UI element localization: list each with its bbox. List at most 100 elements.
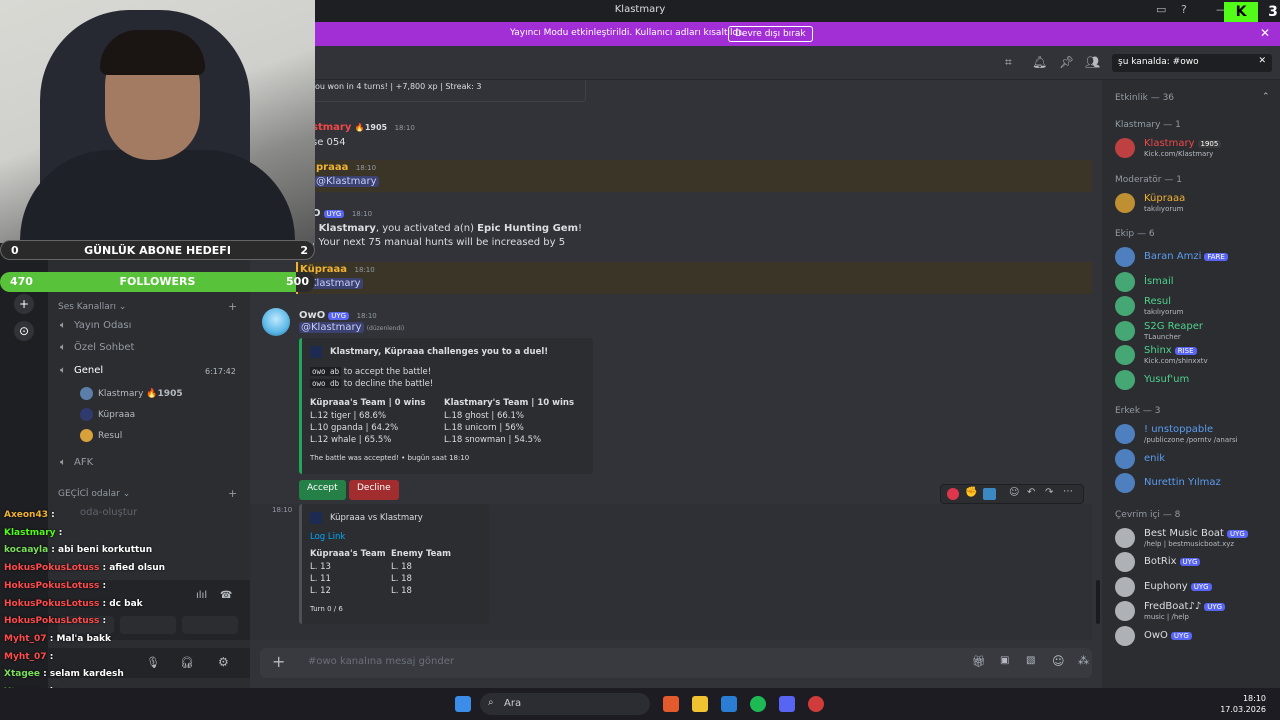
member-item[interactable]: BotRix UYG <box>1115 552 1275 574</box>
member-item[interactable]: Shinx RISE Kick.com/shinxxtv <box>1115 345 1275 367</box>
member-item[interactable]: İsmail <box>1115 271 1275 294</box>
member-group-header: Moderatör — 1 <box>1115 174 1182 185</box>
text-part: ! <box>577 223 582 234</box>
mail-icon[interactable] <box>721 696 737 712</box>
disable-button[interactable]: Devre dışı bırak <box>728 26 813 42</box>
reply-icon[interactable]: ↶ <box>1027 487 1035 498</box>
start-icon[interactable] <box>455 696 471 712</box>
chat-user[interactable]: Klastmary <box>4 528 56 538</box>
member-item[interactable]: Küpraaa takılıyorum <box>1115 192 1275 215</box>
accept-button[interactable]: Accept <box>299 480 346 500</box>
section-label: GEÇİCİ odalar <box>58 489 120 499</box>
avatar <box>1115 271 1135 292</box>
folder-icon[interactable] <box>692 696 708 712</box>
member-status: Kick.com/Klastmary <box>1144 150 1214 158</box>
close-icon[interactable]: ✕ <box>1260 26 1270 40</box>
clock[interactable]: 18:10 17.03.2026 <box>1220 693 1266 715</box>
chevron-up-icon[interactable]: ⌃ <box>1262 92 1270 102</box>
team-a-row: L.10 gpanda | 64.2% <box>310 423 399 433</box>
log-link[interactable]: Log Link <box>310 532 345 542</box>
add-channel-icon[interactable]: + <box>228 487 237 500</box>
member-name: S2G Reaper <box>1144 321 1203 332</box>
chat-user[interactable]: Axeon43 <box>4 510 48 520</box>
taskbar-search[interactable]: ⌕ Ara <box>480 693 650 715</box>
member-item[interactable]: ! unstoppable/publiczone /porntv /anarsi <box>1115 424 1275 446</box>
search-input[interactable]: şu kanalda: #owo ✕ <box>1112 54 1272 72</box>
forward-icon[interactable]: ↷ <box>1045 487 1053 498</box>
voice-user[interactable]: Resul <box>80 429 122 442</box>
item-name: Epic Hunting Gem <box>477 223 578 234</box>
voice-user[interactable]: Klastmary 🔥1905 <box>80 387 183 400</box>
add-reaction-icon[interactable]: ☺ <box>1009 487 1019 498</box>
reaction-icon[interactable] <box>947 488 959 500</box>
channel-genel[interactable]: 🔈︎ Genel <box>60 365 103 376</box>
reaction-icon[interactable]: ✊ <box>965 487 977 498</box>
app-icon[interactable] <box>808 696 824 712</box>
sticker-icon[interactable]: ▧ <box>1026 655 1035 666</box>
activity-header[interactable]: Etkinlik — 36 <box>1115 93 1174 103</box>
chat-user[interactable]: HokusPokusLotuss <box>4 563 99 573</box>
avatar <box>1115 320 1135 341</box>
discover-icon[interactable]: ⊙ <box>14 321 34 341</box>
emoji-icon[interactable]: ☺ <box>1052 654 1065 668</box>
help-icon[interactable]: ? <box>1181 3 1187 16</box>
voice-section-header[interactable]: Ses Kanalları ⌄ + <box>58 300 237 313</box>
brave-icon[interactable] <box>663 696 679 712</box>
spotify-icon[interactable] <box>750 696 766 712</box>
member-name: FredBoat♪♪ UYG <box>1144 601 1226 612</box>
owo-avatar[interactable] <box>262 308 290 336</box>
members-icon[interactable]: 👥︎ <box>1085 55 1100 69</box>
add-channel-icon[interactable]: + <box>228 300 237 313</box>
apps-icon[interactable]: ⁂ <box>1078 654 1089 667</box>
member-item[interactable]: Resul takılıyorum <box>1115 296 1275 318</box>
member-item[interactable]: OwO UYG <box>1115 625 1275 648</box>
scrollbar[interactable] <box>1096 580 1100 624</box>
member-name-text: Shinx <box>1144 345 1172 356</box>
member-name-text: ! unstoppable <box>1144 424 1214 435</box>
add-server-icon[interactable]: + <box>14 294 34 314</box>
member-item[interactable]: Euphony UYG <box>1115 576 1275 599</box>
member-item[interactable]: Nurettin Yılmaz <box>1115 473 1275 495</box>
message-author[interactable]: OwO <box>299 310 325 321</box>
more-icon[interactable]: ⋯ <box>1063 486 1073 497</box>
gift-icon[interactable]: 🎁︎ <box>972 655 986 668</box>
threads-icon[interactable]: ⌗ <box>1005 55 1012 70</box>
member-item[interactable]: Yusuf'um <box>1115 369 1275 392</box>
member-group-header: Ekip — 6 <box>1115 229 1155 239</box>
attach-icon[interactable]: + <box>272 652 285 671</box>
mention[interactable]: @Klastmary <box>299 322 364 333</box>
channel-yayin-odasi[interactable]: 🔈︎ Yayın Odası <box>60 320 131 331</box>
follower-goal-bar: 470 FOLLOWERS 500 <box>0 272 315 292</box>
chat-user[interactable]: Myht_07 <box>4 652 47 662</box>
message-input[interactable]: + #owo kanalına mesaj gönder 🎁︎ ▣ ▧ ☺ ⁂ <box>260 648 1092 678</box>
chat-user[interactable]: HokusPokusLotuss <box>4 616 99 626</box>
message-author[interactable]: stmary <box>312 122 351 133</box>
chat-user[interactable]: Xtagee <box>4 669 40 679</box>
gif-icon[interactable]: ▣ <box>1000 655 1009 666</box>
chat-user[interactable]: HokusPokusLotuss <box>4 599 99 609</box>
channel-ozel-sohbet[interactable]: 🔈︎ Özel Sohbet <box>60 342 134 353</box>
member-item[interactable]: S2G Reaper TLauncher <box>1115 320 1275 343</box>
decline-button[interactable]: Decline <box>349 480 399 500</box>
member-item[interactable]: enik <box>1115 448 1275 471</box>
reaction-icon[interactable] <box>983 488 996 500</box>
chat-user[interactable]: HokusPokusLotuss <box>4 581 99 591</box>
clear-search-icon[interactable]: ✕ <box>1258 56 1266 66</box>
temp-section-header[interactable]: GEÇİCİ odalar ⌄ + <box>58 487 237 500</box>
channel-afk[interactable]: 🔈︎ AFK <box>60 457 93 468</box>
member-item[interactable]: Klastmary 1905 Kick.com/Klastmary <box>1115 138 1275 160</box>
avatar <box>1115 369 1135 390</box>
mention[interactable]: @Klastmary <box>314 176 379 187</box>
channel-header: ⌗ 🔔︎ 📌︎ 👥︎ şu kanalda: #owo ✕ <box>315 46 1280 80</box>
discord-icon[interactable] <box>779 696 795 712</box>
voice-user[interactable]: Küpraaa <box>80 408 135 421</box>
chat-user[interactable]: Myht_07 <box>4 634 47 644</box>
member-item[interactable]: Best Music Boat UYG/help | bestmusicboat.… <box>1115 527 1275 550</box>
pin-icon[interactable]: 📌︎ <box>1059 55 1074 69</box>
member-item[interactable]: FredBoat♪♪ UYG music | /help <box>1115 601 1275 623</box>
chat-user[interactable]: kocaayla <box>4 545 48 555</box>
member-item[interactable]: Baran Amzi FARE <box>1115 247 1275 269</box>
message-author[interactable]: praaa <box>316 162 348 173</box>
inbox-icon[interactable]: ▭ <box>1156 3 1166 16</box>
bell-icon[interactable]: 🔔︎ <box>1032 55 1047 69</box>
